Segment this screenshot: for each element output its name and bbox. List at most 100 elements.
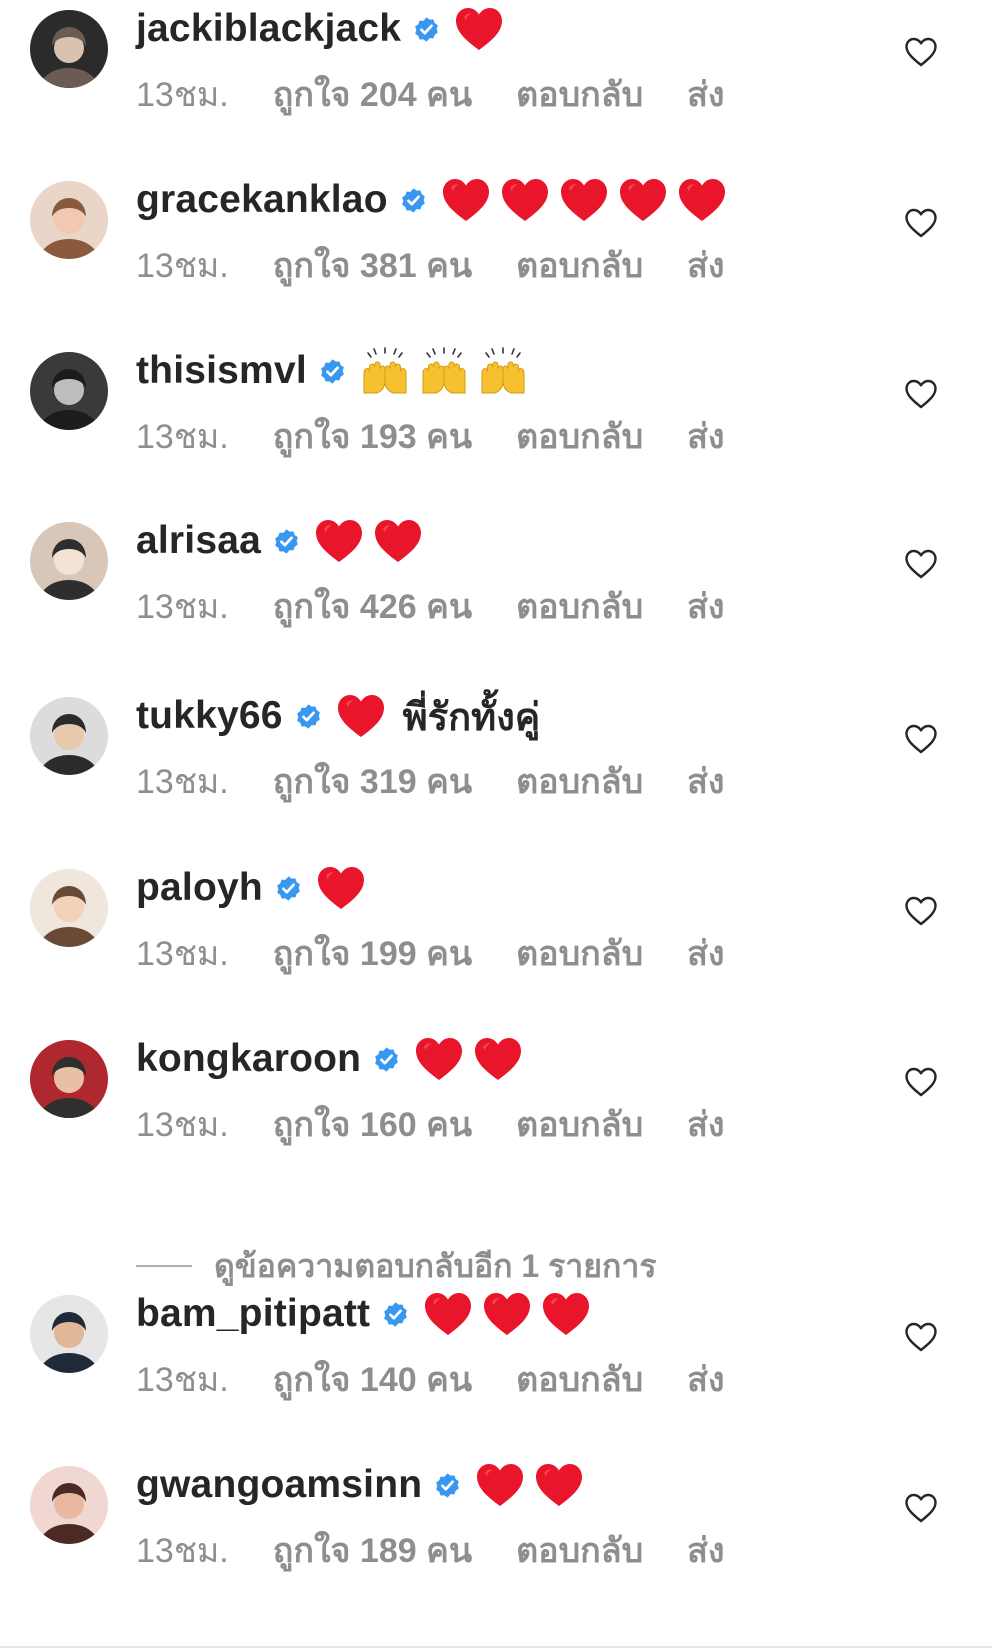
red-heart-emoji xyxy=(534,1461,584,1509)
username[interactable]: gracekanklao xyxy=(136,178,388,222)
likes-count[interactable]: ถูกใจ 426 คน xyxy=(273,579,472,633)
comment-time: 13ชม. xyxy=(136,247,229,285)
verified-badge-icon xyxy=(382,1301,409,1328)
red-heart-emoji xyxy=(500,176,550,224)
avatar[interactable] xyxy=(30,10,108,88)
reply-button[interactable]: ตอบกลับ xyxy=(516,238,643,292)
username[interactable]: gwangoamsinn xyxy=(136,1463,422,1507)
comment-emojis xyxy=(441,176,736,224)
reply-button[interactable]: ตอบกลับ xyxy=(516,754,643,808)
divider xyxy=(0,1646,992,1648)
comments-list: jackiblackjack 13ชม. ถูกใจ 204 คน ตอบกลั… xyxy=(0,0,992,1652)
comment-body: thisismvl xyxy=(136,346,545,396)
send-button[interactable]: ส่ง xyxy=(687,67,724,121)
comment-item: gracekanklao 13ชม. ถูกใจ 381 คน ตอบกลับ … xyxy=(0,178,992,341)
reply-button[interactable]: ตอบกลับ xyxy=(516,67,643,121)
avatar[interactable] xyxy=(30,181,108,259)
username[interactable]: tukky66 xyxy=(136,694,283,738)
avatar[interactable] xyxy=(30,522,108,600)
heart-outline-icon[interactable] xyxy=(904,207,938,239)
avatar[interactable] xyxy=(30,1466,108,1544)
heart-outline-icon[interactable] xyxy=(904,1321,938,1353)
reply-button[interactable]: ตอบกลับ xyxy=(516,1352,643,1406)
red-heart-emoji xyxy=(618,176,668,224)
heart-outline-icon[interactable] xyxy=(904,723,938,755)
red-heart-emoji xyxy=(316,864,366,912)
likes-count[interactable]: ถูกใจ 189 คน xyxy=(273,1523,472,1577)
comment-meta: 13ชม. ถูกใจ 381 คน ตอบกลับ ส่ง xyxy=(136,243,725,287)
comment-item: paloyh 13ชม. ถูกใจ 199 คน ตอบกลับ ส่ง xyxy=(0,866,992,1029)
heart-outline-icon[interactable] xyxy=(904,378,938,410)
comment-body: paloyh xyxy=(136,863,383,913)
send-button[interactable]: ส่ง xyxy=(687,409,724,463)
avatar[interactable] xyxy=(30,1040,108,1118)
verified-badge-icon xyxy=(413,16,440,43)
reply-button[interactable]: ตอบกลับ xyxy=(516,409,643,463)
red-heart-emoji xyxy=(414,1035,464,1083)
red-heart-emoji xyxy=(454,5,504,53)
send-button[interactable]: ส่ง xyxy=(687,1097,724,1151)
comment-meta: 13ชม. ถูกใจ 189 คน ตอบกลับ ส่ง xyxy=(136,1528,725,1572)
avatar[interactable] xyxy=(30,352,108,430)
heart-outline-icon[interactable] xyxy=(904,548,938,580)
raising-hands-emoji xyxy=(478,347,528,395)
raising-hands-emoji xyxy=(360,347,410,395)
view-replies-label: ดูข้อความตอบกลับอีก 1 รายการ xyxy=(214,1247,657,1284)
username[interactable]: kongkaroon xyxy=(136,1037,361,1081)
comment-emojis xyxy=(454,5,513,53)
avatar[interactable] xyxy=(30,1295,108,1373)
reply-button[interactable]: ตอบกลับ xyxy=(516,926,643,980)
verified-badge-icon xyxy=(275,875,302,902)
red-heart-emoji xyxy=(475,1461,525,1509)
username[interactable]: thisismvl xyxy=(136,349,307,393)
likes-count[interactable]: ถูกใจ 319 คน xyxy=(273,754,472,808)
reply-button[interactable]: ตอบกลับ xyxy=(516,579,643,633)
red-heart-emoji xyxy=(373,517,423,565)
likes-count[interactable]: ถูกใจ 381 คน xyxy=(273,238,472,292)
reply-button[interactable]: ตอบกลับ xyxy=(516,1523,643,1577)
reply-button[interactable]: ตอบกลับ xyxy=(516,1097,643,1151)
send-button[interactable]: ส่ง xyxy=(687,1523,724,1577)
likes-count[interactable]: ถูกใจ 204 คน xyxy=(273,67,472,121)
comment-body: tukky66 พี่รักทั้งคู่ xyxy=(136,691,540,741)
comment-time: 13ชม. xyxy=(136,1106,229,1144)
username[interactable]: alrisaa xyxy=(136,519,261,563)
send-button[interactable]: ส่ง xyxy=(687,579,724,633)
verified-badge-icon xyxy=(273,528,300,555)
avatar[interactable] xyxy=(30,697,108,775)
comment-meta: 13ชม. ถูกใจ 193 คน ตอบกลับ ส่ง xyxy=(136,414,725,458)
comment-emojis xyxy=(475,1461,593,1509)
comment-time: 13ชม. xyxy=(136,1532,229,1570)
heart-outline-icon[interactable] xyxy=(904,1492,938,1524)
comment-item: bam_pitipatt 13ชม. ถูกใจ 140 คน ตอบกลับ … xyxy=(0,1292,992,1455)
comment-meta: 13ชม. ถูกใจ 204 คน ตอบกลับ ส่ง xyxy=(136,72,725,116)
red-heart-emoji xyxy=(473,1035,523,1083)
red-heart-emoji xyxy=(559,176,609,224)
comment-time: 13ชม. xyxy=(136,1361,229,1399)
likes-count[interactable]: ถูกใจ 160 คน xyxy=(273,1097,472,1151)
likes-count[interactable]: ถูกใจ 140 คน xyxy=(273,1352,472,1406)
comment-body: gwangoamsinn xyxy=(136,1460,601,1510)
avatar[interactable] xyxy=(30,869,108,947)
red-heart-emoji xyxy=(482,1290,532,1338)
comment-item: thisismvl 13ชม. ถูกใจ 193 คน ตอบกลับ ส่ง xyxy=(0,347,992,512)
heart-outline-icon[interactable] xyxy=(904,895,938,927)
send-button[interactable]: ส่ง xyxy=(687,926,724,980)
comment-body: alrisaa xyxy=(136,516,440,566)
username[interactable]: jackiblackjack xyxy=(136,7,401,51)
send-button[interactable]: ส่ง xyxy=(687,754,724,808)
comment-emojis xyxy=(423,1290,600,1338)
comment-body: kongkaroon xyxy=(136,1034,540,1084)
comment-time: 13ชม. xyxy=(136,763,229,801)
send-button[interactable]: ส่ง xyxy=(687,1352,724,1406)
verified-badge-icon xyxy=(373,1046,400,1073)
likes-count[interactable]: ถูกใจ 193 คน xyxy=(273,409,472,463)
send-button[interactable]: ส่ง xyxy=(687,238,724,292)
username[interactable]: bam_pitipatt xyxy=(136,1292,370,1336)
heart-outline-icon[interactable] xyxy=(904,36,938,68)
likes-count[interactable]: ถูกใจ 199 คน xyxy=(273,926,472,980)
username[interactable]: paloyh xyxy=(136,866,263,910)
view-replies-button[interactable]: ดูข้อความตอบกลับอีก 1 รายการ xyxy=(136,1244,657,1288)
comment-meta: 13ชม. ถูกใจ 426 คน ตอบกลับ ส่ง xyxy=(136,584,725,628)
heart-outline-icon[interactable] xyxy=(904,1066,938,1098)
